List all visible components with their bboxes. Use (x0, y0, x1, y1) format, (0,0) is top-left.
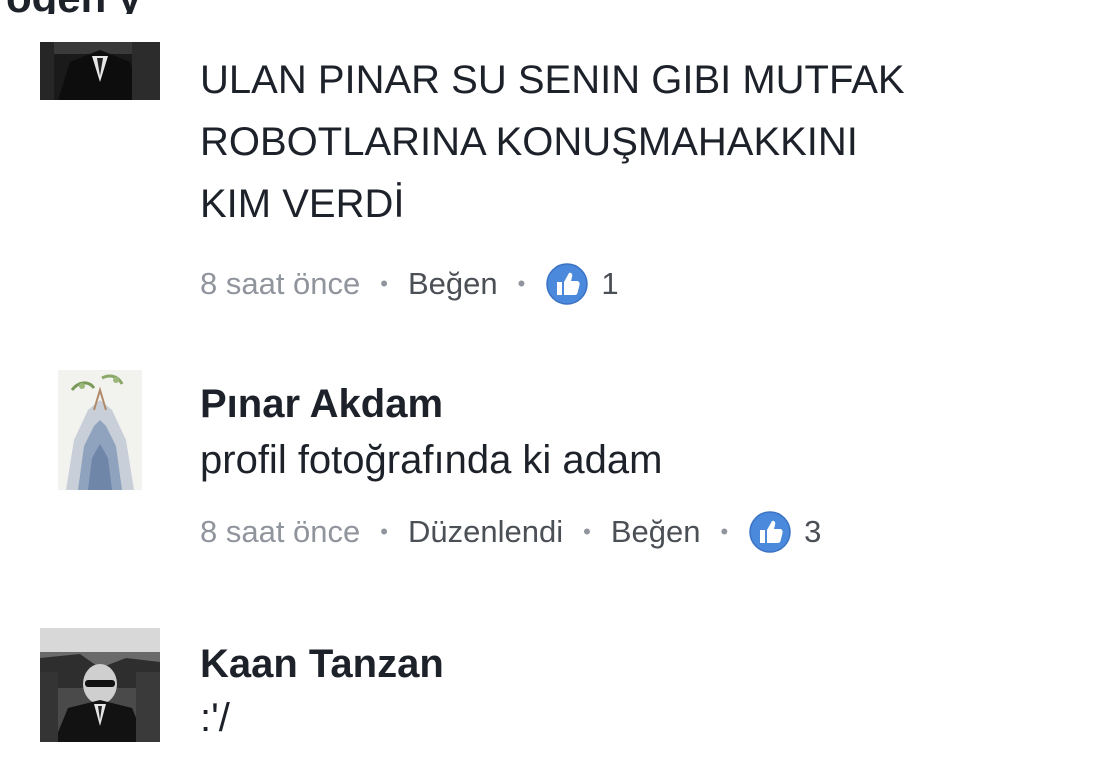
comment-text: profil fotoğrafında ki adam (200, 434, 1072, 486)
timestamp[interactable]: 8 saat önce (200, 514, 360, 550)
thumbs-up-icon[interactable] (748, 510, 792, 554)
thumbs-up-icon[interactable] (545, 262, 589, 306)
comment-text: :'/ (200, 692, 1072, 744)
comment-text-line: :'/ (200, 696, 230, 740)
bottom-crop (0, 742, 1112, 772)
avatar[interactable] (40, 42, 160, 100)
comment-text-line: profil fotoğrafında ki adam (200, 438, 663, 482)
separator-dot: • (380, 271, 388, 296)
avatar[interactable] (58, 370, 142, 490)
avatar[interactable] (40, 628, 160, 742)
comment-meta: 8 saat önce • Beğen • 1 (200, 260, 1072, 308)
separator-dot: • (720, 519, 729, 544)
comment-author[interactable]: Pınar Akdam (200, 380, 1072, 428)
cropped-text: ogen y (6, 0, 141, 14)
separator-dot: • (380, 519, 388, 544)
like-count: 3 (804, 514, 822, 549)
timestamp[interactable]: 8 saat önce (200, 266, 360, 302)
separator-dot: • (583, 519, 591, 544)
comment-text-line: ULAN PINAR SU SENIN GIBI MUTFAK (200, 58, 905, 102)
edited-label[interactable]: Düzenlendi (408, 514, 563, 550)
comment-text-line: KIM VERDİ (200, 182, 405, 226)
avatar-photo (58, 370, 142, 490)
comment-author[interactable]: Kaan Tanzan (200, 640, 1072, 688)
comment-meta: 8 saat önce • Düzenlendi • Beğen • 3 (200, 508, 1072, 556)
separator-dot: • (517, 271, 526, 296)
like-button[interactable]: Beğen (408, 266, 498, 302)
cropped-previous-text: ogen y (0, 0, 1112, 14)
like-count: 1 (601, 266, 619, 301)
avatar-photo (40, 42, 160, 100)
avatar-photo (40, 628, 160, 742)
like-button[interactable]: Beğen (611, 514, 701, 550)
comment-text-line: ROBOTLARINA KONUŞMAHAKKINI (200, 120, 858, 164)
comment-text: ULAN PINAR SU SENIN GIBI MUTFAK ROBOTLAR… (200, 49, 1072, 235)
